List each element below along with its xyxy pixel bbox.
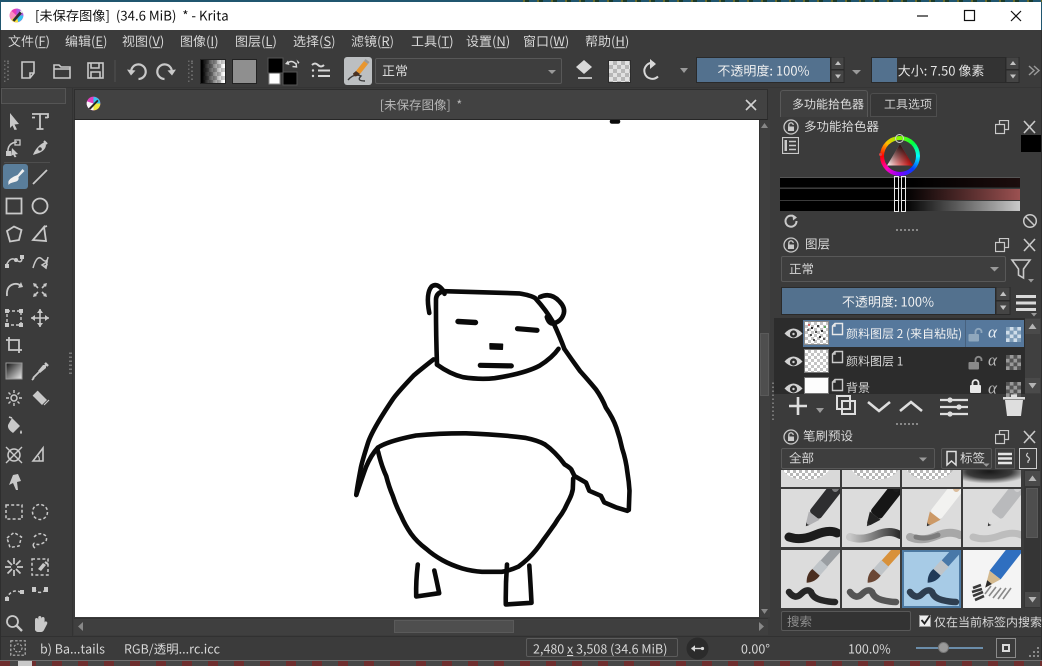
svg-text:α: α — [988, 352, 998, 369]
svg-text:α: α — [988, 324, 998, 341]
